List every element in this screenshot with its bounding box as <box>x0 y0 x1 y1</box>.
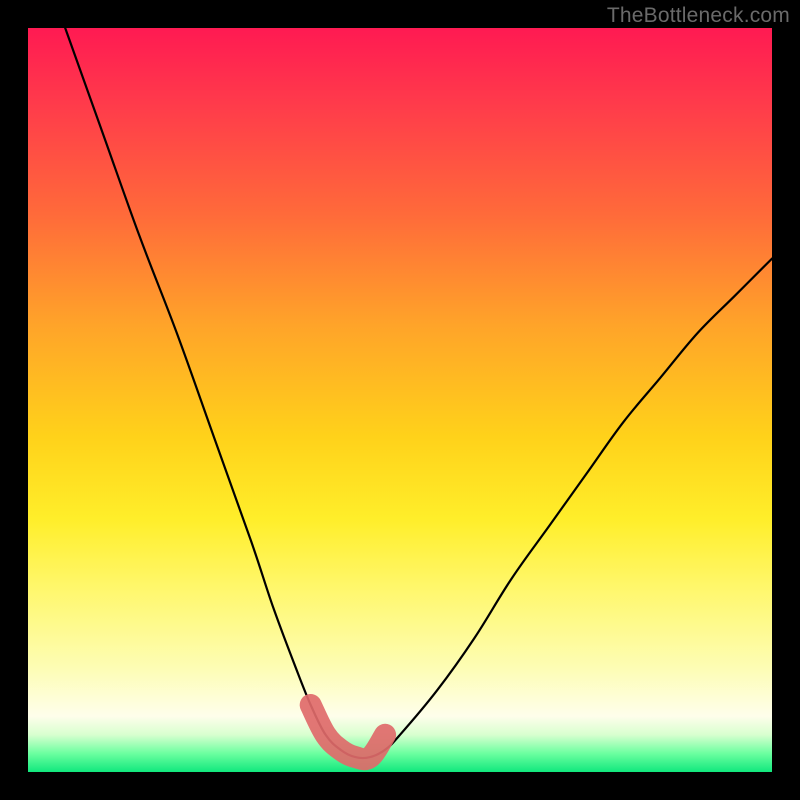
watermark-text: TheBottleneck.com <box>607 4 790 28</box>
plot-area <box>28 28 772 772</box>
curve-svg <box>28 28 772 772</box>
highlight-path <box>311 705 385 759</box>
chart-frame: TheBottleneck.com <box>0 0 800 800</box>
curve-path <box>65 28 772 758</box>
